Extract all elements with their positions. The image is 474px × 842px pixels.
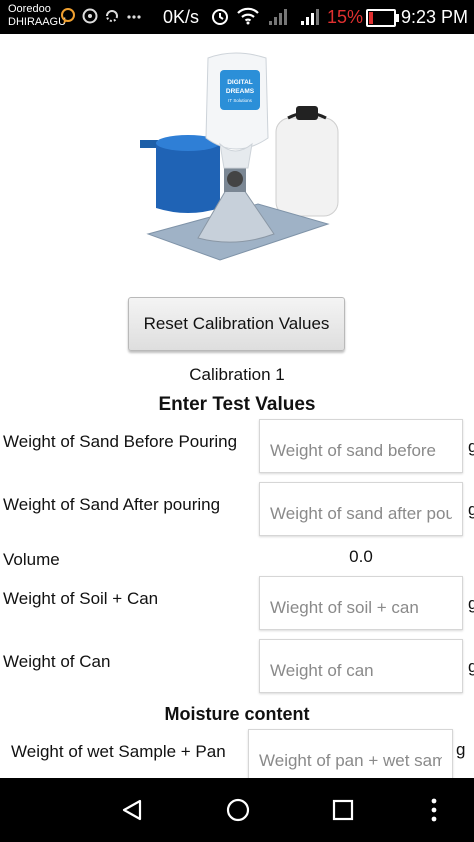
section-title: Enter Test Values bbox=[158, 394, 316, 415]
menu-icon[interactable] bbox=[427, 796, 441, 829]
navigation-bar bbox=[0, 778, 474, 842]
volume-label: Volume bbox=[3, 550, 60, 569]
sand-after-label: Weight of Sand After pouring bbox=[3, 495, 221, 514]
can-label: Weight of Can bbox=[3, 652, 111, 671]
moisture-title: Moisture content bbox=[164, 704, 310, 724]
clock: 9:23 PM bbox=[401, 7, 469, 27]
logo-text-3: IT Solutions bbox=[228, 98, 252, 103]
valve-knob bbox=[227, 171, 243, 187]
alarm-icon bbox=[210, 6, 230, 31]
soil-can-label: Weight of Soil + Can bbox=[3, 589, 159, 608]
messenger-icon bbox=[82, 8, 98, 29]
logo-text-2: DREAMS bbox=[226, 88, 255, 95]
calibration-title: Calibration 1 bbox=[189, 365, 285, 384]
carrier-name: Ooredoo DHIRAAGU bbox=[8, 3, 66, 29]
data-speed: 0K/s bbox=[163, 7, 200, 27]
wet-sample-pan-label: Weight of wet Sample + Pan bbox=[11, 742, 226, 761]
white-bottle bbox=[275, 117, 339, 217]
more-notifications-icon bbox=[126, 8, 142, 29]
sand-before-label: Weight of Sand Before Pouring bbox=[3, 432, 238, 451]
sand-cone-apparatus-image: DIGITAL DREAMS IT Solutions bbox=[140, 52, 339, 261]
sync-icon bbox=[104, 8, 120, 29]
signal-icon-sim2 bbox=[300, 8, 322, 31]
wet-sample-pan-unit: g bbox=[456, 740, 466, 759]
status-bar: Ooredoo DHIRAAGU 0K/s 15% 9:23 PM bbox=[0, 0, 474, 34]
sand-before-unit: g bbox=[468, 437, 474, 456]
notification-icons bbox=[60, 8, 142, 29]
battery-icon bbox=[366, 9, 399, 27]
chat-icon bbox=[60, 8, 76, 29]
wifi-icon bbox=[236, 7, 260, 30]
logo-text-1: DIGITAL bbox=[227, 79, 253, 86]
recent-apps-icon[interactable] bbox=[331, 798, 355, 827]
can-handle bbox=[140, 140, 158, 148]
battery-percent: 15% bbox=[327, 7, 364, 27]
carrier-line-1: Ooredoo bbox=[8, 3, 51, 15]
can-input[interactable] bbox=[259, 639, 463, 693]
sand-before-input[interactable] bbox=[259, 419, 463, 473]
sand-after-input[interactable] bbox=[259, 482, 463, 536]
sand-after-unit: g bbox=[468, 500, 474, 519]
carrier-line-2: DHIRAAGU bbox=[8, 16, 67, 28]
back-icon[interactable] bbox=[120, 798, 144, 827]
soil-can-unit: g bbox=[468, 594, 474, 613]
soil-can-input[interactable] bbox=[259, 576, 463, 630]
signal-icon-sim1 bbox=[268, 8, 290, 31]
wet-sample-pan-input[interactable] bbox=[248, 729, 453, 783]
can-unit: g bbox=[468, 657, 474, 676]
reset-calibration-button[interactable]: Reset Calibration Values bbox=[128, 297, 345, 351]
volume-value: 0.0 bbox=[349, 547, 373, 566]
home-icon[interactable] bbox=[226, 798, 250, 827]
